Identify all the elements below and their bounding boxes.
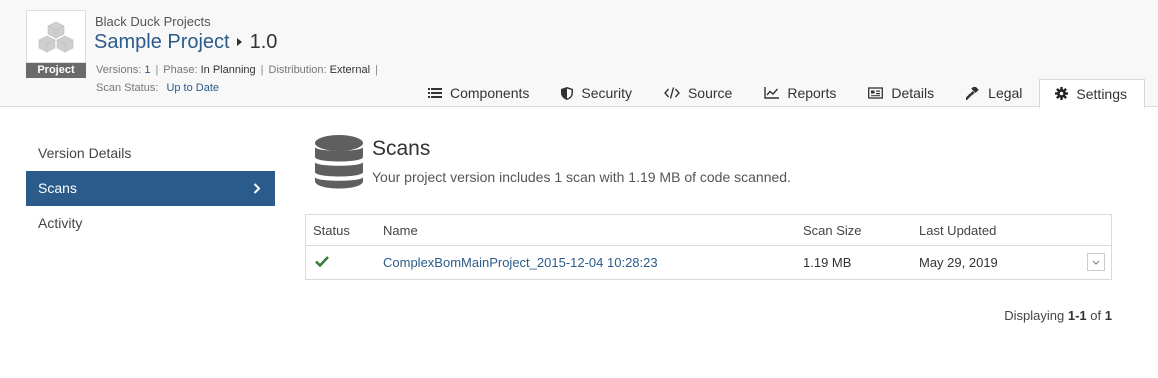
phase-value: In Planning [200,64,256,76]
scan-name-link[interactable]: ComplexBomMainProject_2015-12-04 10:28:2… [383,255,658,270]
sidenav-item-label: Activity [38,215,83,231]
tab-security[interactable]: Security [546,79,649,107]
chevron-down-icon [1092,260,1100,265]
scan-status-label: Scan Status: [96,82,159,94]
breadcrumb[interactable]: Black Duck Projects [95,14,211,29]
tab-source[interactable]: Source [649,79,749,107]
divider: | [155,64,159,76]
code-icon [664,87,680,99]
database-icon [315,135,363,189]
scans-table: Status Name Scan Size Last Updated Compl… [305,214,1112,280]
project-meta: Versions: 1 | Phase: In Planning | Distribut… [96,64,383,76]
chevron-right-icon [253,183,261,194]
scan-status: Scan Status: Up to Date [96,82,219,94]
scan-size: 1.19 MB [803,255,852,270]
tab-label: Legal [988,85,1023,101]
settings-sidenav: Version Details Scans Activity [26,136,275,241]
table-header: Status Name Scan Size Last Updated [306,215,1111,246]
scan-last-updated: May 29, 2019 [919,255,998,270]
tab-label: Details [891,85,935,101]
versions-label: Versions: [96,64,142,76]
paging-total: 1 [1104,308,1112,323]
distribution-value: External [329,64,371,76]
column-header-status[interactable]: Status [313,223,350,238]
table-row: ComplexBomMainProject_2015-12-04 10:28:2… [306,246,1111,279]
column-header-name[interactable]: Name [383,223,418,238]
list-icon [428,88,442,98]
sidenav-item-version-details[interactable]: Version Details [26,136,275,171]
paging-range: 1-1 [1067,308,1087,323]
sidenav-item-label: Scans [38,180,77,196]
caret-right-icon [236,38,242,46]
paging-of: of [1090,308,1102,323]
sidenav-item-scans[interactable]: Scans [26,171,275,206]
line-chart-icon [764,87,780,99]
tab-details[interactable]: Details [853,79,951,107]
distribution-label: Distribution: [268,64,327,76]
divider: | [375,64,378,76]
check-icon [315,256,329,267]
tab-label: Settings [1076,85,1128,102]
section-title: Scans [372,137,431,160]
cubes-icon [38,21,74,52]
phase-label: Phase: [163,64,198,76]
tab-settings[interactable]: Settings [1039,79,1146,108]
column-header-last-updated[interactable]: Last Updated [919,223,996,238]
tab-label: Components [450,85,530,101]
scan-status-value[interactable]: Up to Date [166,82,219,94]
tab-label: Reports [787,85,837,101]
versions-value[interactable]: 1 [144,64,150,76]
pagination-summary: Displaying 1-1 of 1 [1004,308,1112,323]
column-header-scan-size[interactable]: Scan Size [803,223,862,238]
tab-reports[interactable]: Reports [749,79,853,107]
id-card-icon [868,87,884,99]
gear-icon [1055,87,1069,100]
divider: | [260,64,264,76]
paging-prefix: Displaying [1004,308,1065,323]
project-header: Project Black Duck Projects Sample Proje… [0,0,1158,108]
sidenav-item-activity[interactable]: Activity [26,206,275,241]
project-name[interactable]: Sample Project [94,31,230,54]
tab-label: Security [581,85,632,101]
project-logo [26,10,86,63]
tab-label: Source [687,85,733,101]
tab-legal[interactable]: Legal [951,79,1039,107]
project-badge: Project [26,63,86,78]
section-description: Your project version includes 1 scan wit… [372,169,791,185]
tab-components[interactable]: Components [413,79,546,107]
version-name: 1.0 [249,30,278,53]
page-title: Sample Project 1.0 [94,29,277,55]
project-tabs: Components Security Source Reports Detai… [413,79,1146,108]
shield-icon [561,86,574,100]
row-actions-dropdown[interactable] [1087,253,1105,271]
sidenav-item-label: Version Details [38,145,132,161]
gavel-icon [966,86,979,100]
